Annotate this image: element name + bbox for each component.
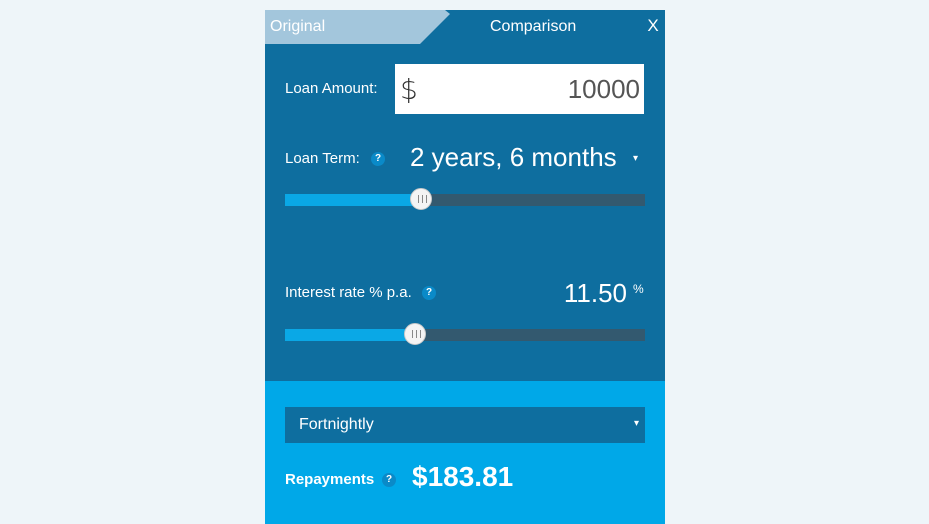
interest-rate-unit: % <box>633 282 644 296</box>
loan-term-help-icon[interactable]: ? <box>371 152 385 166</box>
loan-amount-field[interactable]: $ <box>395 64 644 114</box>
repayments-amount: $183.81 <box>412 461 514 492</box>
repayments-help-icon[interactable]: ? <box>382 473 396 487</box>
interest-rate-label: Interest rate % p.a. <box>285 284 412 301</box>
loan-term-slider-fill <box>285 194 422 206</box>
loan-calculator-widget: Original Comparison X Loan Amount: $ Loa… <box>265 10 665 524</box>
loan-term-dropdown[interactable]: 2 years, 6 months <box>410 142 617 173</box>
repayments-label: Repayments <box>285 471 375 488</box>
grip-icon <box>412 330 422 338</box>
loan-amount-input[interactable] <box>440 72 640 106</box>
frequency-select[interactable]: Fortnightly ▾ <box>285 407 645 443</box>
close-button[interactable]: X <box>645 16 661 36</box>
loan-term-slider[interactable] <box>285 188 645 210</box>
loan-term-label: Loan Term: <box>285 150 360 167</box>
chevron-down-icon: ▾ <box>633 418 639 429</box>
chevron-down-icon[interactable]: ▾ <box>633 153 638 164</box>
repayment-section: Fortnightly ▾ Repayments ? $183.81 <box>265 381 665 524</box>
frequency-selected-value: Fortnightly <box>299 416 374 433</box>
interest-rate-value[interactable]: 11.50 <box>564 278 627 309</box>
loan-amount-label: Loan Amount: <box>285 80 378 97</box>
interest-rate-slider-fill <box>285 329 417 341</box>
currency-symbol: $ <box>400 73 418 106</box>
tab-original-label: Original <box>270 18 326 35</box>
tab-original[interactable]: Original <box>265 10 450 44</box>
tab-comparison[interactable]: Comparison <box>475 10 625 44</box>
grip-icon <box>417 195 427 203</box>
interest-rate-slider-handle[interactable] <box>404 323 427 345</box>
interest-rate-slider[interactable] <box>285 323 645 345</box>
tab-bar: Original Comparison X <box>265 10 665 44</box>
tab-comparison-label: Comparison <box>490 18 577 35</box>
loan-term-slider-handle[interactable] <box>409 188 432 210</box>
interest-rate-help-icon[interactable]: ? <box>422 286 436 300</box>
